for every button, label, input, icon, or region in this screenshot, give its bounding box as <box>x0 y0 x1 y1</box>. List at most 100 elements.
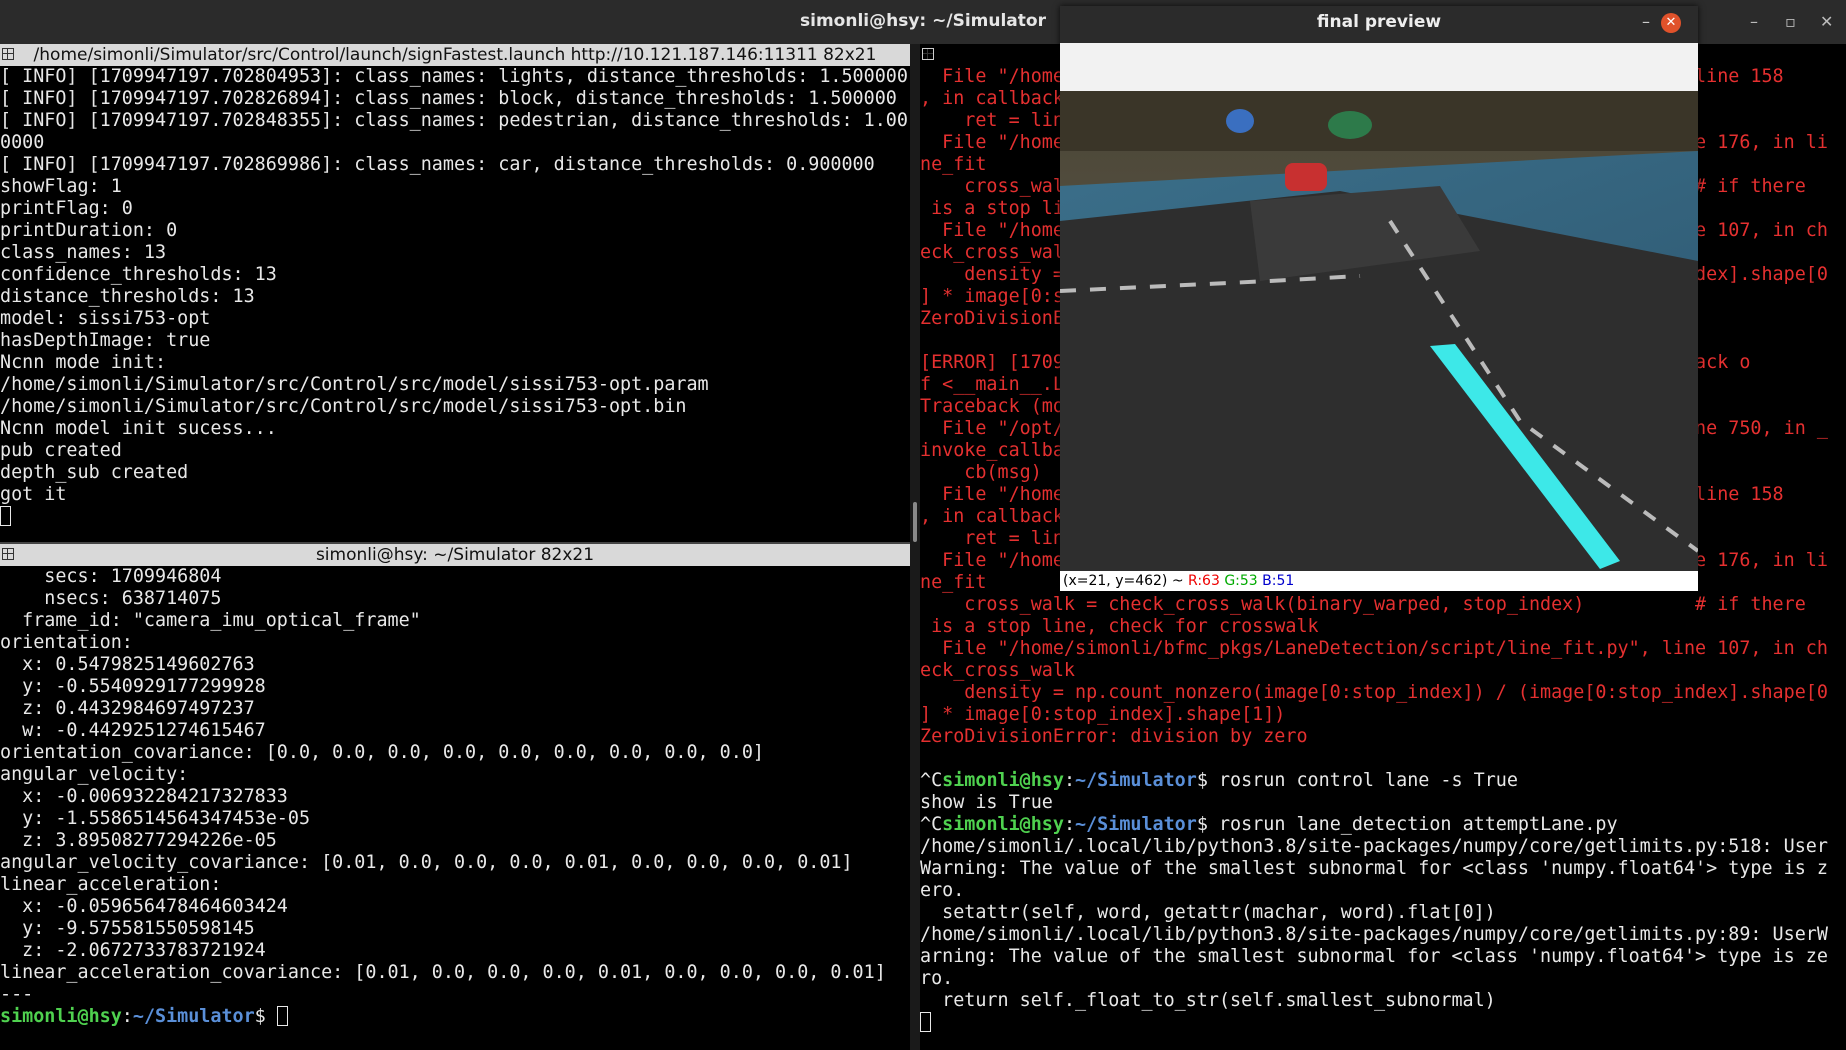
terminal-line: ro. <box>920 968 954 989</box>
pane-title: /home/simonli/Simulator/src/Control/laun… <box>33 45 877 65</box>
terminal-line: y: -1.5586514564347453e-05 <box>0 808 311 829</box>
terminal-line: show is True <box>920 792 1053 813</box>
prompt-path: ~/Simulator <box>132 1006 255 1027</box>
terminal-line: y: -9.575581550598145 <box>0 918 255 939</box>
terminal-line: hasDepthImage: true <box>0 330 211 351</box>
prompt-symbol: $ <box>254 1006 277 1027</box>
status-coords: (x=21, y=462) ~ <box>1063 573 1189 589</box>
prompt-colon: : <box>1063 814 1076 835</box>
terminal-pane-bottom-left[interactable]: simonli@hsy: ~/Simulator 82x21 secs: 170… <box>0 544 910 1050</box>
terminal-line: cross_walk = check_cross_walk(binary_war… <box>920 594 1806 615</box>
terminal-line: linear_acceleration_covariance: [0.01, 0… <box>0 962 886 983</box>
preview-titlebar[interactable]: final preview <box>1060 6 1698 43</box>
pane-divider-vertical[interactable] <box>910 44 920 1050</box>
terminal-line: showFlag: 1 <box>0 176 122 197</box>
shelf <box>1060 91 1698 151</box>
camera-preview-image[interactable] <box>1060 91 1698 571</box>
status-red: R:63 <box>1188 573 1220 589</box>
terminal-line: x: -0.006932284217327833 <box>0 786 288 807</box>
text-cursor <box>276 1006 288 1026</box>
terminal-line: x: 0.5479825149602763 <box>0 654 255 675</box>
terminal-line: printDuration: 0 <box>0 220 178 241</box>
terminal-line: frame_id: "camera_imu_optical_frame" <box>0 610 421 631</box>
terminal-line: --- <box>0 984 34 1005</box>
terminal-output[interactable]: secs: 1709946804 nsecs: 638714075 frame_… <box>0 566 910 1050</box>
prompt-line: ^Csimonli@hsy:~/Simulator$ rosrun lane_d… <box>920 814 1846 836</box>
status-green: G:53 <box>1224 573 1258 589</box>
blue-object <box>1226 109 1254 133</box>
terminal-line: 0000 <box>0 132 45 153</box>
prompt-colon: : <box>1063 770 1076 791</box>
terminal-line: printFlag: 0 <box>0 198 133 219</box>
terminal-line: /home/simonli/Simulator/src/Control/src/… <box>0 396 687 417</box>
preview-close-button[interactable]: ✕ <box>1661 13 1681 33</box>
model-car <box>1285 163 1327 191</box>
terminal-line: pub created <box>0 440 122 461</box>
terminal-line: model: sissi753-opt <box>0 308 211 329</box>
prompt-user: simonli@hsy <box>942 814 1064 835</box>
terminal-line: got it <box>0 484 67 505</box>
terminal-line: File "/home/simonli/bfmc_pkgs/LaneDetect… <box>920 638 1828 659</box>
minimize-button[interactable]: – <box>1750 12 1758 31</box>
terminal-line: depth_sub created <box>0 462 189 483</box>
text-cursor <box>920 1012 931 1032</box>
terminal-line: ] * image[0:stop_index].shape[1]) <box>920 704 1286 725</box>
terminal-line: w: -0.4429251274615467 <box>0 720 266 741</box>
pane-title: simonli@hsy: ~/Simulator 82x21 <box>315 545 595 565</box>
prompt-line: simonli@hsy:~/Simulator$ <box>0 1006 910 1028</box>
cursor-line <box>920 1012 1846 1034</box>
terminal-output[interactable]: [ INFO] [1709947197.702804953]: class_na… <box>0 66 910 542</box>
preview-minimize-button[interactable]: – <box>1642 12 1650 31</box>
divider-handle[interactable] <box>913 502 917 542</box>
terminal-line: density = np.count_nonzero(image[0:stop_… <box>920 682 1828 703</box>
prompt-user: simonli@hsy <box>942 770 1064 791</box>
terminal-line: z: 3.89508277294226e-05 <box>0 830 277 851</box>
prompt-symbol: $ <box>1196 770 1208 791</box>
terminal-line: distance_thresholds: 13 <box>0 286 255 307</box>
pane-header: simonli@hsy: ~/Simulator 82x21 <box>0 544 910 566</box>
prompt-symbol: $ <box>1196 814 1208 835</box>
terminal-line: ero. <box>920 880 965 901</box>
terminal-line: y: -0.5540929177299928 <box>0 676 266 697</box>
terminal-line: z: 0.4432984697497237 <box>0 698 255 719</box>
terminal-line: /home/simonli/Simulator/src/Control/src/… <box>0 374 709 395</box>
preview-toolbar <box>1060 43 1698 91</box>
terminal-line: angular_velocity_covariance: [0.01, 0.0,… <box>0 852 853 873</box>
terminal-line: Ncnn mode init: <box>0 352 167 373</box>
command-text: rosrun lane_detection attemptLane.py <box>1207 814 1618 835</box>
terminal-pane-top-left[interactable]: /home/simonli/Simulator/src/Control/laun… <box>0 44 910 542</box>
status-blue: B:51 <box>1262 573 1295 589</box>
terminal-line: /home/simonli/.local/lib/python3.8/site-… <box>920 836 1828 857</box>
command-text: rosrun control lane -s True <box>1207 770 1518 791</box>
terminal-line: confidence_thresholds: 13 <box>0 264 277 285</box>
terminal-line: ZeroDivisionError: division by zero <box>920 726 1308 747</box>
terminal-line: secs: 1709946804 <box>0 566 222 587</box>
terminal-line: nsecs: 638714075 <box>0 588 222 609</box>
green-object <box>1328 111 1372 139</box>
terminal-line: is a stop line, check for crosswalk <box>920 616 1319 637</box>
split-grid-icon[interactable] <box>922 48 934 60</box>
preview-status-bar: (x=21, y=462) ~ R:63 G:53 B:51 <box>1060 571 1698 591</box>
cursor-line <box>0 506 910 528</box>
terminal-line: Ncnn model init sucess... <box>0 418 277 439</box>
terminal-line: eck_cross_walk <box>920 660 1076 681</box>
terminal-line: z: -2.0672733783721924 <box>0 940 266 961</box>
terminal-line: Warning: The value of the smallest subno… <box>920 858 1828 879</box>
close-button[interactable]: ✕ <box>1820 12 1833 31</box>
final-preview-window[interactable]: final preview – ✕ (x=21, y=462) ~ R:63 G… <box>1060 6 1698 591</box>
terminal-line: class_names: 13 <box>0 242 167 263</box>
terminal-line: orientation_covariance: [0.0, 0.0, 0.0, … <box>0 742 764 763</box>
terminal-line: [ INFO] [1709947197.702848355]: class_na… <box>0 110 908 131</box>
maximize-button[interactable]: ▫ <box>1785 12 1796 31</box>
preview-title: final preview <box>1316 12 1442 32</box>
terminal-line: arning: The value of the smallest subnor… <box>920 946 1828 967</box>
terminal-line: /home/simonli/.local/lib/python3.8/site-… <box>920 924 1828 945</box>
prompt-user: simonli@hsy <box>0 1006 122 1027</box>
terminal-line: linear_acceleration: <box>0 874 222 895</box>
prompt-path: ~/Simulator <box>1075 814 1197 835</box>
terminal-line: orientation: <box>0 632 133 653</box>
prompt-colon: : <box>121 1006 133 1027</box>
terminal-line: [ INFO] [1709947197.702804953]: class_na… <box>0 66 908 87</box>
prompt-path: ~/Simulator <box>1075 770 1197 791</box>
